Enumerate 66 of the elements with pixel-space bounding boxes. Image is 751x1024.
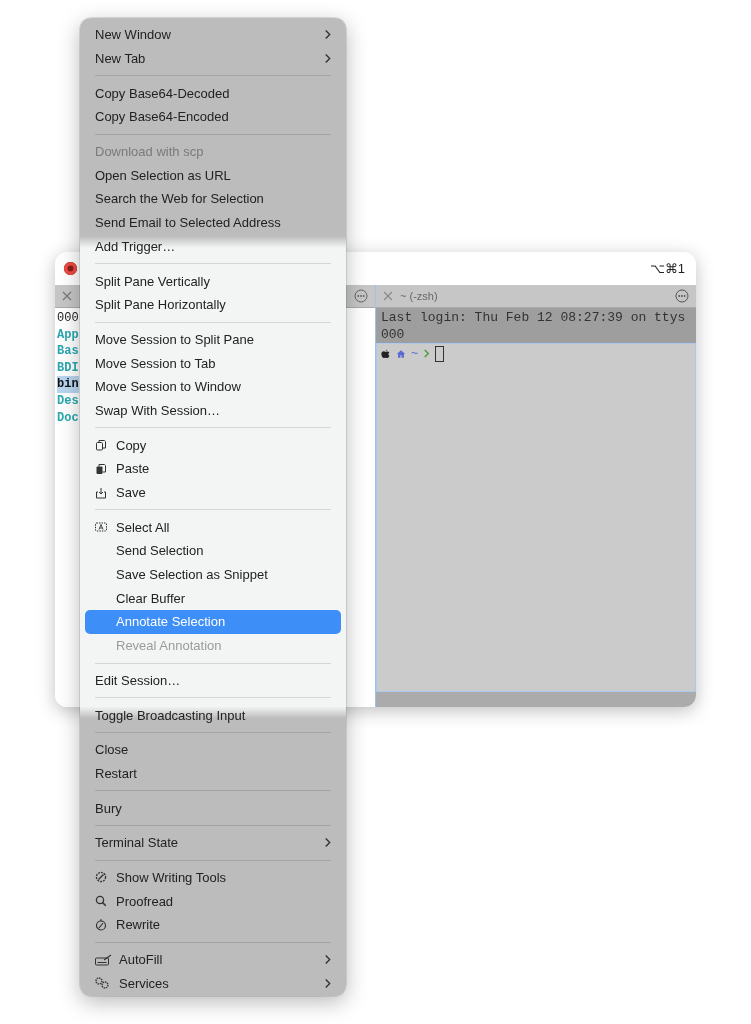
menu-item[interactable]: Send Email to Selected Address <box>85 210 341 235</box>
chevron-right-icon <box>324 954 331 966</box>
gears-icon <box>95 977 109 990</box>
menu-item[interactable]: Restart <box>85 761 341 786</box>
menu-item[interactable]: Split Pane Horizontally <box>85 292 341 317</box>
menu-item[interactable]: AutoFill <box>85 947 341 972</box>
menu-item[interactable]: Proofread <box>85 889 341 913</box>
terminal-text: 000 <box>57 310 79 327</box>
menu-item[interactable]: Toggle Broadcasting Input <box>85 703 341 727</box>
more-icon[interactable] <box>675 289 689 303</box>
menu-item[interactable]: Save <box>85 480 341 505</box>
menu-item[interactable]: Paste <box>85 457 341 481</box>
menu-item[interactable]: Rewrite <box>85 913 341 937</box>
menu-item[interactable]: Save Selection as Snippet <box>85 562 341 587</box>
menu-item[interactable]: New Window <box>85 23 341 47</box>
menu-item[interactable]: Copy Base64-Encoded <box>85 105 341 129</box>
more-icon[interactable] <box>354 289 368 303</box>
chevron-right-icon <box>324 977 331 989</box>
close-icon[interactable] <box>383 291 393 301</box>
menu-item[interactable]: Send Selection <box>85 539 341 563</box>
menu-item[interactable]: Split Pane Vertically <box>85 269 341 293</box>
pencil-badge-icon <box>95 871 107 884</box>
terminal-text: bin <box>57 376 79 393</box>
menu-item[interactable]: Move Session to Window <box>85 374 341 399</box>
save-icon <box>95 486 107 499</box>
menu-item[interactable]: Swap With Session… <box>85 398 341 423</box>
terminal-text: App <box>57 326 79 344</box>
keyboard-pencil-icon <box>95 953 113 966</box>
close-button[interactable] <box>64 262 77 275</box>
text-selection-icon <box>95 521 107 534</box>
menu-item[interactable]: Clear Buffer <box>85 586 341 611</box>
terminal-text: Doc <box>57 409 79 427</box>
chevron-right-icon <box>324 29 331 41</box>
chevron-icon <box>423 348 431 359</box>
menu-item[interactable]: Search the Web for Selection <box>85 187 341 211</box>
text-cursor <box>435 345 445 362</box>
terminal-text: Bas <box>57 343 79 360</box>
menu-item[interactable]: Bury <box>85 796 341 820</box>
terminal-text: Des <box>57 392 79 410</box>
terminal-output: Last login: Thu Feb 12 08:27:39 on ttys000 <box>381 310 687 343</box>
tab-title[interactable]: ~ (-zsh) <box>400 290 438 302</box>
terminal-text: BDI <box>57 359 79 377</box>
home-icon <box>396 348 406 359</box>
menu-item[interactable]: Move Session to Tab <box>85 351 341 375</box>
close-icon[interactable] <box>62 291 72 301</box>
menu-item[interactable]: Open Selection as URL <box>85 163 341 188</box>
menu-item[interactable]: Move Session to Split Pane <box>85 327 341 352</box>
menu-item[interactable]: New Tab <box>85 46 341 71</box>
chevron-right-icon <box>324 837 331 849</box>
menu-item[interactable]: Edit Session… <box>85 668 341 693</box>
menu-item[interactable]: Select All <box>85 515 341 540</box>
magnifier-icon <box>95 895 107 908</box>
chevron-right-icon <box>324 53 331 65</box>
prompt-directory: ~ <box>411 346 419 361</box>
menu-item[interactable]: Services <box>85 971 341 996</box>
menu-item[interactable]: Copy <box>85 433 341 457</box>
rewrite-icon <box>95 918 107 931</box>
menu-item[interactable]: Terminal State <box>85 830 341 855</box>
paste-icon <box>95 462 107 475</box>
menu-item[interactable]: Show Writing Tools <box>85 865 341 890</box>
menu-item[interactable]: Add Trigger… <box>85 234 341 259</box>
copy-icon <box>95 439 107 452</box>
menu-item[interactable]: Copy Base64-Decoded <box>85 81 341 106</box>
menu-item[interactable]: Close <box>85 737 341 762</box>
window-shortcut: ⌥⌘1 <box>649 261 685 276</box>
apple-icon <box>380 348 391 359</box>
